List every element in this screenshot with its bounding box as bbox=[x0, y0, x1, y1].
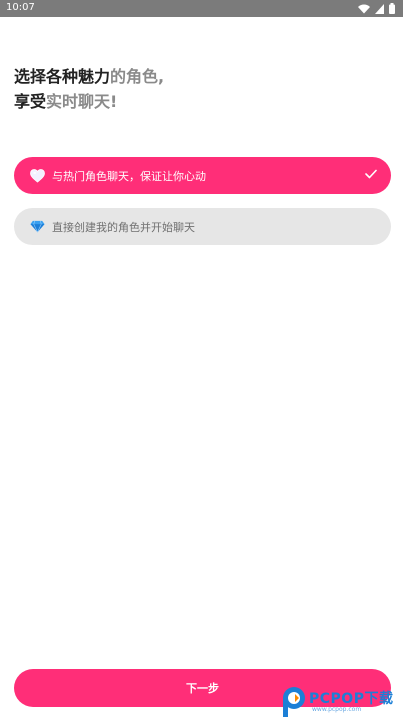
heart-icon bbox=[30, 168, 46, 184]
check-icon bbox=[365, 169, 377, 182]
wifi-icon bbox=[358, 4, 370, 14]
signal-icon bbox=[375, 3, 384, 14]
headline-line1-bold: 选择各种魅力 bbox=[14, 67, 111, 86]
diamond-icon bbox=[30, 219, 46, 235]
headline-line-2: 享受实时聊天! bbox=[14, 89, 164, 114]
headline-line1-gray: 的角色, bbox=[110, 67, 165, 86]
battery-icon bbox=[389, 3, 395, 14]
headline-line2-bold: 享受 bbox=[14, 92, 47, 111]
status-bar: 10:07 bbox=[0, 0, 403, 17]
watermark-subtext: www.pcpop.com bbox=[312, 706, 362, 713]
headline: 选择各种魅力的角色, 享受实时聊天! bbox=[14, 64, 164, 114]
watermark: PCPOP下载 www.pcpop.com bbox=[278, 684, 403, 720]
option-label: 与热门角色聊天，保证让你心动 bbox=[52, 169, 206, 183]
option-label: 直接创建我的角色并开始聊天 bbox=[52, 220, 195, 234]
status-icons bbox=[358, 3, 395, 14]
status-time: 10:07 bbox=[6, 2, 35, 13]
pcpop-logo-icon bbox=[281, 686, 307, 722]
option-create-my-role[interactable]: 直接创建我的角色并开始聊天 bbox=[14, 208, 391, 245]
headline-line2-gray: 实时聊天! bbox=[46, 92, 118, 111]
watermark-text: PCPOP下载 bbox=[309, 691, 394, 707]
headline-line-1: 选择各种魅力的角色, bbox=[14, 64, 164, 89]
option-chat-popular-roles[interactable]: 与热门角色聊天，保证让你心动 bbox=[14, 157, 391, 194]
